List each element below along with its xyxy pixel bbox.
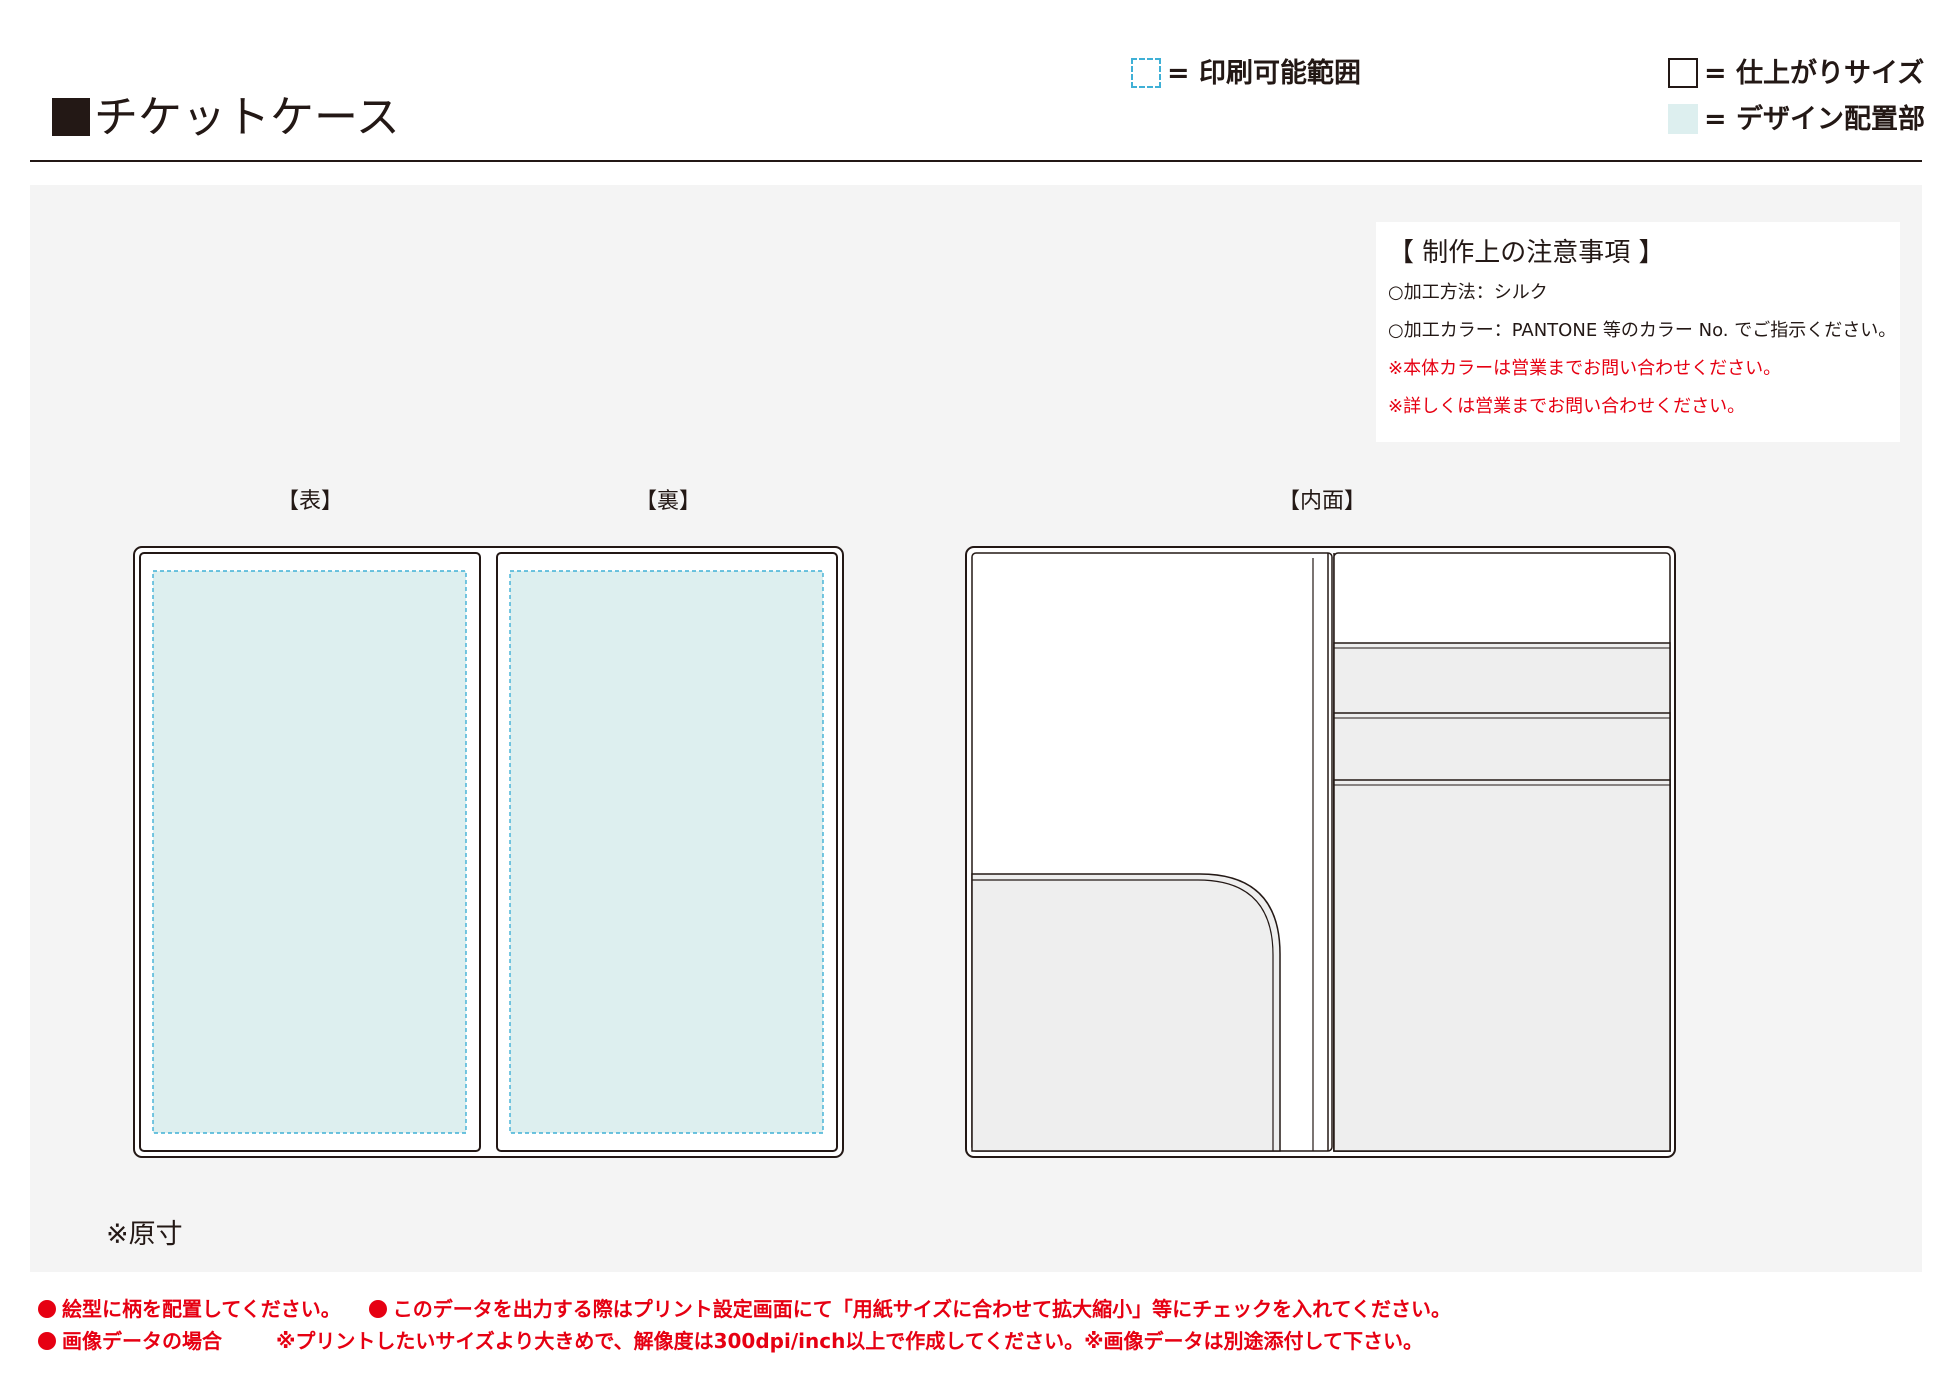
curved-pocket (971, 873, 1281, 1152)
card-slot-3 (1333, 779, 1671, 1152)
outer-face-diagram (133, 546, 844, 1158)
red-bullet-icon (38, 1300, 56, 1318)
red-bullet-icon (368, 1300, 387, 1318)
actual-size-note: ※原寸 (106, 1219, 183, 1250)
red-bullet-icon (38, 1332, 56, 1350)
footer-line-2: 画像データの場合 ※プリントしたいサイズより大きめで、解像度は300dpi/in… (38, 1327, 1423, 1355)
ticket-case-diagrams (133, 546, 1676, 1158)
front-design-area (152, 570, 467, 1134)
footer-line-2b: ※プリントしたいサイズより大きめで、解像度は300dpi/inch以上で作成して… (275, 1329, 1423, 1353)
back-design-area (509, 570, 824, 1134)
footer-line-1b: このデータを出力する際はプリント設定画面にて「用紙サイズに合わせて拡大縮小」等に… (392, 1297, 1451, 1321)
footer-line-1: 絵型に柄を配置してください。 このデータを出力する際はプリント設定画面にて「用紙… (38, 1295, 1451, 1323)
inner-face-diagram (965, 546, 1676, 1158)
footer-line-2a: 画像データの場合 (62, 1329, 222, 1353)
footer-line-1a: 絵型に柄を配置してください。 (62, 1297, 341, 1321)
